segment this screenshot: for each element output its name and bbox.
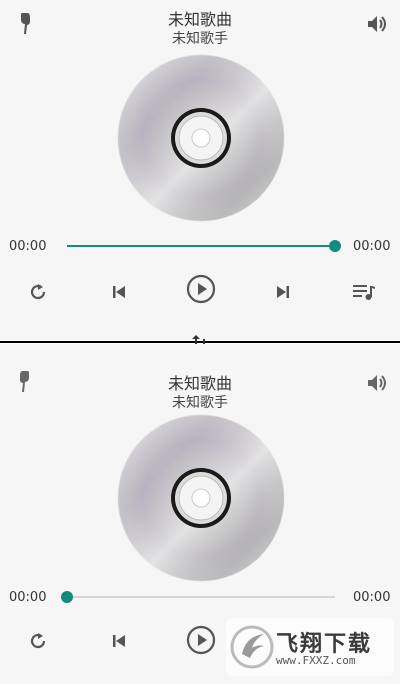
watermark: 飞翔下载 www.FXXZ.com (226, 618, 394, 676)
artist-name: 未知歌手 (172, 395, 228, 411)
play-icon[interactable] (185, 273, 217, 305)
playlist-icon[interactable] (350, 279, 378, 305)
seek-bar[interactable] (61, 591, 335, 603)
total-time: 00:00 (353, 239, 391, 254)
watermark-url: www.FXXZ.com (276, 654, 356, 667)
seek-bar[interactable] (67, 240, 341, 252)
seek-bar-thumb[interactable] (61, 591, 73, 603)
current-time: 00:00 (9, 590, 47, 605)
play-icon[interactable] (185, 624, 217, 656)
watermark-logo-icon (230, 625, 274, 669)
album-disc (117, 414, 285, 582)
repeat-icon[interactable] (24, 627, 52, 655)
artist-name: 未知歌手 (172, 31, 228, 47)
skip-previous-icon[interactable] (106, 628, 132, 654)
volume-icon[interactable] (364, 371, 390, 395)
volume-icon[interactable] (364, 12, 390, 36)
seek-bar-thumb[interactable] (329, 240, 341, 252)
skip-previous-icon[interactable] (106, 279, 132, 305)
song-title: 未知歌曲 (167, 10, 232, 29)
album-disc (117, 54, 285, 222)
total-time: 00:00 (353, 590, 391, 605)
player-panel-top: 未知歌曲 未知歌手 00:00 00:00 (0, 0, 400, 340)
seek-bar-fill (67, 245, 335, 247)
song-title: 未知歌曲 (167, 374, 232, 393)
current-time: 00:00 (9, 239, 47, 254)
skip-next-icon[interactable] (270, 279, 296, 305)
repeat-icon[interactable] (24, 278, 52, 306)
